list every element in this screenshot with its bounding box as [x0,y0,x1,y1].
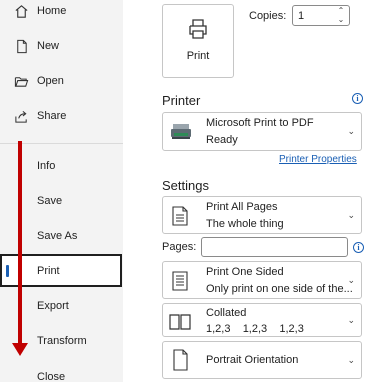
orientation-dropdown[interactable]: Portrait Orientation ⌄ [162,341,362,379]
open-folder-icon [13,73,29,89]
printer-dropdown[interactable]: Microsoft Print to PDF Ready ⌄ [162,112,362,151]
nav-new[interactable]: New [0,31,123,61]
chevron-down-icon: ⌄ [347,126,355,136]
nav-share[interactable]: Share [0,101,123,131]
printer-heading: Printer [162,93,201,108]
pages-input[interactable] [201,237,348,257]
chevron-down-icon: ⌄ [347,210,355,220]
nav-print-label: Print [37,264,60,277]
nav-open[interactable]: Open [0,66,123,96]
nav-share-label: Share [37,110,67,122]
chevron-down-icon: ⌄ [347,355,355,365]
printer-device-icon [171,124,191,139]
chevron-up-icon[interactable]: ⌃ [337,7,345,15]
collation-title: Collated [206,307,247,319]
nav-export-label: Export [37,300,69,312]
settings-heading: Settings [162,178,209,193]
pages-range-title: Print All Pages [206,201,278,213]
chevron-down-icon[interactable]: ⌄ [337,16,345,24]
copies-stepper[interactable]: 1 ⌃ ⌄ [292,5,350,26]
orientation-title: Portrait Orientation [206,354,299,366]
info-icon[interactable]: i [352,93,363,104]
nav-new-label: New [37,40,60,52]
share-icon [13,108,29,124]
nav-save-as-label: Save As [37,230,78,242]
nav-transform-label: Transform [37,335,87,347]
printer-properties-link[interactable]: Printer Properties [279,154,357,165]
chevron-down-icon: ⌄ [347,275,355,285]
nav-home[interactable]: Home [0,0,123,26]
nav-save-label: Save [37,195,63,207]
pages-range-dropdown[interactable]: Print All Pages The whole thing ⌄ [162,196,362,234]
printer-icon [189,19,207,39]
one-sided-page-icon [172,271,188,291]
home-icon [13,3,29,19]
sides-dropdown[interactable]: Print One Sided Only print on one side o… [162,261,362,299]
printer-status: Ready [206,134,238,146]
selection-indicator [6,265,9,277]
annotation-arrow-head [12,343,28,356]
document-pages-icon [172,206,188,226]
new-document-icon [13,38,29,54]
portrait-page-icon [173,349,188,371]
info-icon[interactable]: i [353,242,364,253]
nav-home-label: Home [37,5,67,17]
collation-subtitle: 1,2,3 1,2,3 1,2,3 [206,323,304,335]
collated-icon [169,314,191,330]
pages-label: Pages: [162,241,197,253]
print-button-label: Print [186,50,210,62]
nav-info-label: Info [37,160,56,172]
pages-range-subtitle: The whole thing [206,218,284,230]
printer-name: Microsoft Print to PDF [206,117,314,129]
nav-close[interactable]: Close [0,362,123,382]
chevron-down-icon: ⌄ [347,315,355,325]
nav-close-label: Close [37,371,66,382]
collation-dropdown[interactable]: Collated 1,2,3 1,2,3 1,2,3 ⌄ [162,303,362,337]
nav-open-label: Open [37,75,64,87]
sides-title: Print One Sided [206,266,284,278]
print-button[interactable]: Print [162,4,234,78]
sides-subtitle: Only print on one side of the... [206,283,353,295]
copies-label: Copies: [249,10,287,22]
copies-value: 1 [298,10,305,22]
annotation-arrow-shaft [18,141,22,345]
